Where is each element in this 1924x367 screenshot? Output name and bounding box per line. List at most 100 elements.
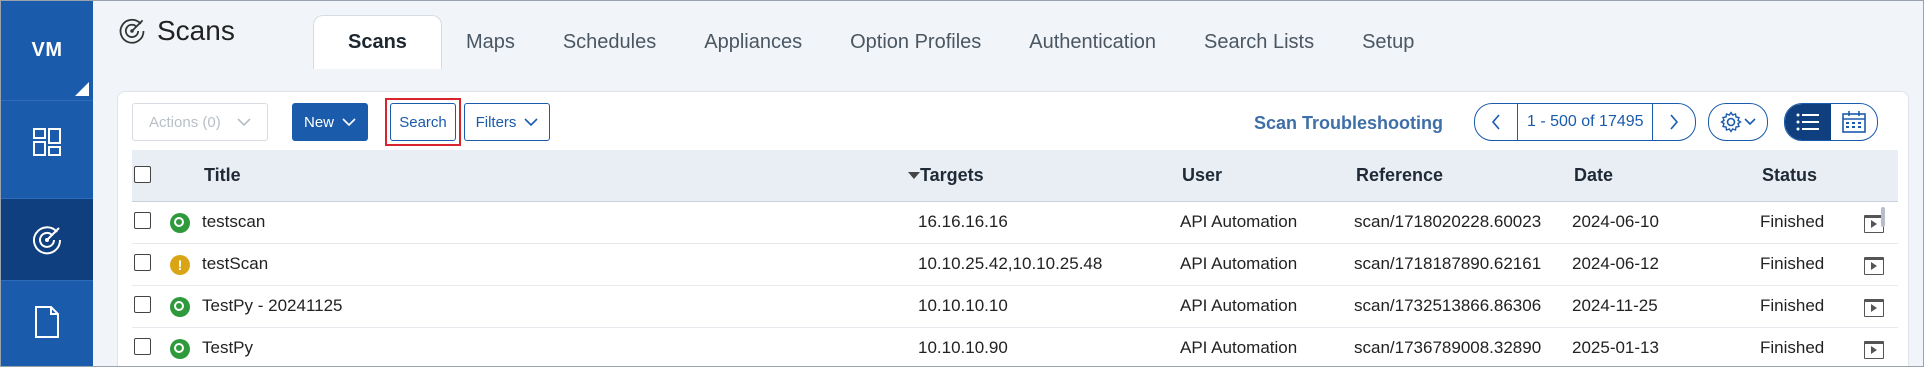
chevron-left-icon: [1491, 114, 1500, 130]
row-reference: scan/1736789008.32890: [1354, 338, 1542, 357]
actions-label: Actions (0): [149, 113, 221, 131]
tab-scans[interactable]: Scans: [313, 15, 442, 69]
row-title[interactable]: testScan: [202, 254, 268, 274]
chevron-down-icon: [342, 117, 356, 126]
scans-panel: Actions (0) New Search Filters Scan Trou…: [117, 91, 1909, 366]
row-checkbox[interactable]: [134, 338, 151, 355]
tab-option-profiles[interactable]: Option Profiles: [826, 15, 1005, 69]
scan-radar-icon: [119, 18, 145, 44]
row-checkbox[interactable]: [134, 212, 151, 229]
view-results-icon[interactable]: [1864, 341, 1884, 359]
rail-item-scans[interactable]: [1, 198, 93, 280]
table-row[interactable]: TestPy - 20241125 10.10.10.10 API Automa…: [132, 286, 1898, 328]
row-user: API Automation: [1180, 338, 1298, 357]
row-title[interactable]: TestPy - 20241125: [202, 296, 343, 316]
column-targets[interactable]: Targets: [920, 165, 984, 186]
page-title: Scans: [117, 15, 235, 47]
status-ok-icon: [170, 213, 190, 233]
column-title[interactable]: Title: [204, 165, 241, 186]
chevron-down-icon: [237, 117, 251, 126]
tab-appliances[interactable]: Appliances: [680, 15, 826, 69]
table-scrollbar[interactable]: [1881, 207, 1885, 227]
calendar-view-button[interactable]: [1831, 104, 1877, 140]
status-ok-icon: [170, 297, 190, 317]
view-toggle: [1784, 103, 1878, 141]
row-date: 2024-11-25: [1572, 296, 1658, 315]
tab-setup[interactable]: Setup: [1338, 15, 1438, 69]
scan-troubleshooting-link[interactable]: Scan Troubleshooting: [1254, 113, 1443, 134]
row-targets: 10.10.25.42,10.10.25.48: [918, 254, 1103, 273]
row-user: API Automation: [1180, 212, 1298, 231]
module-menu-corner-icon: [75, 82, 89, 96]
document-icon: [35, 305, 59, 338]
prev-page-button[interactable]: [1475, 104, 1517, 140]
search-button[interactable]: Search: [390, 103, 456, 141]
row-status: Finished: [1760, 338, 1825, 357]
rail-item-reports[interactable]: [1, 280, 93, 362]
vm-module-switcher[interactable]: VM: [1, 1, 93, 100]
chevron-down-icon: [1744, 118, 1756, 126]
row-user: API Automation: [1180, 254, 1298, 273]
row-status: Finished: [1760, 296, 1825, 315]
scan-radar-icon: [33, 225, 62, 254]
chevron-down-icon: [524, 117, 538, 126]
app-window: VM Scans Scans Maps Schedules Appliances…: [0, 0, 1924, 367]
row-title[interactable]: testscan: [202, 212, 265, 232]
row-targets: 10.10.10.90: [918, 338, 1008, 357]
filters-dropdown[interactable]: Filters: [464, 103, 550, 141]
status-ok-icon: [170, 339, 190, 359]
gear-icon: [1720, 111, 1742, 133]
tab-search-lists[interactable]: Search Lists: [1180, 15, 1338, 69]
view-results-icon[interactable]: [1864, 299, 1884, 317]
left-rail: VM: [1, 1, 93, 366]
column-user[interactable]: User: [1182, 165, 1222, 186]
row-status: Finished: [1760, 212, 1825, 231]
pagination-range[interactable]: 1 - 500 of 17495: [1517, 104, 1653, 140]
row-checkbox[interactable]: [134, 254, 151, 271]
column-reference[interactable]: Reference: [1356, 165, 1443, 186]
row-date: 2025-01-13: [1572, 338, 1659, 357]
row-reference: scan/1732513866.86306: [1354, 296, 1542, 315]
sort-desc-icon[interactable]: [908, 172, 920, 179]
row-targets: 16.16.16.16: [918, 212, 1008, 231]
list-view-icon: [1796, 113, 1819, 131]
new-label: New: [303, 113, 334, 131]
actions-dropdown[interactable]: Actions (0): [132, 103, 268, 141]
list-view-button[interactable]: [1785, 104, 1831, 140]
page-title-text: Scans: [157, 15, 235, 46]
tab-schedules[interactable]: Schedules: [539, 15, 680, 69]
tab-authentication[interactable]: Authentication: [1005, 15, 1180, 69]
select-all-checkbox[interactable]: [134, 166, 151, 183]
module-logo: VM: [31, 39, 63, 61]
row-targets: 10.10.10.10: [918, 296, 1008, 315]
view-results-icon[interactable]: [1864, 257, 1884, 275]
dashboard-icon: [33, 127, 61, 156]
table-row[interactable]: testscan 16.16.16.16 API Automation scan…: [132, 202, 1898, 244]
row-reference: scan/1718020228.60023: [1354, 212, 1542, 231]
column-status[interactable]: Status: [1762, 165, 1817, 186]
filters-label: Filters: [475, 113, 517, 131]
table-header: Title Targets User Reference Date Status: [132, 150, 1898, 202]
row-date: 2024-06-12: [1572, 254, 1659, 273]
row-checkbox[interactable]: [134, 296, 151, 313]
pagination: 1 - 500 of 17495: [1474, 103, 1696, 141]
calendar-icon: [1842, 111, 1866, 133]
status-warning-icon: !: [170, 255, 190, 275]
rail-item-dashboard[interactable]: [1, 100, 93, 182]
page-header: Scans Scans Maps Schedules Appliances Op…: [93, 1, 1923, 69]
row-status: Finished: [1760, 254, 1825, 273]
row-user: API Automation: [1180, 296, 1298, 315]
row-date: 2024-06-10: [1572, 212, 1659, 231]
chevron-right-icon: [1670, 114, 1679, 130]
row-title[interactable]: TestPy: [202, 338, 253, 358]
settings-dropdown[interactable]: [1708, 103, 1768, 141]
toolbar: Actions (0) New Search Filters Scan Trou…: [132, 98, 1898, 146]
table-row[interactable]: TestPy 10.10.10.90 API Automation scan/1…: [132, 328, 1898, 366]
row-reference: scan/1718187890.62161: [1354, 254, 1542, 273]
tab-bar: Scans Maps Schedules Appliances Option P…: [313, 15, 1438, 69]
next-page-button[interactable]: [1653, 104, 1695, 140]
column-date[interactable]: Date: [1574, 165, 1613, 186]
new-button[interactable]: New: [292, 103, 368, 141]
table-row[interactable]: ! testScan 10.10.25.42,10.10.25.48 API A…: [132, 244, 1898, 286]
tab-maps[interactable]: Maps: [442, 15, 539, 69]
